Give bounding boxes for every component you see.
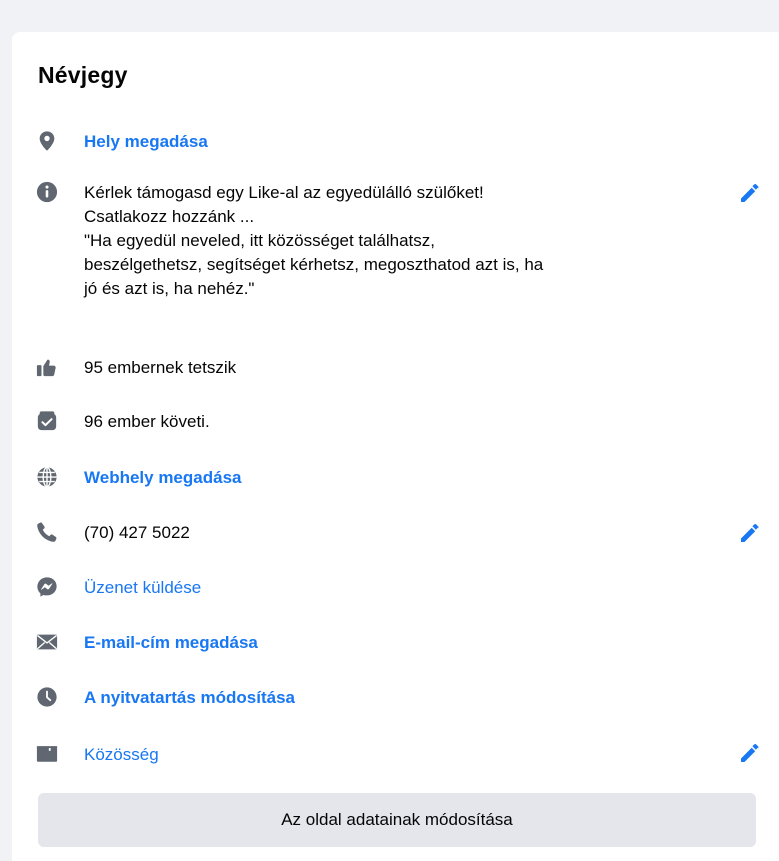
description-row: Kérlek támogasd egy Like-al az egyedülál…	[36, 181, 759, 301]
likes-row: 95 embernek tetszik	[36, 356, 759, 380]
message-row: Üzenet küldése	[36, 576, 759, 600]
add-website-link[interactable]: Webhely megadása	[84, 466, 759, 490]
edit-category-button[interactable]	[737, 740, 763, 766]
pencil-icon	[738, 181, 762, 205]
thumbs-up-icon	[36, 356, 58, 378]
description-line: Csatlakozz hozzánk ...	[84, 207, 255, 226]
phone-icon	[36, 521, 58, 543]
phone-number: (70) 427 5022	[84, 523, 190, 542]
hours-row: A nyitvatartás módosítása	[36, 686, 759, 710]
page-description: Kérlek támogasd egy Like-al az egyedülál…	[84, 181, 759, 301]
likes-count: 95 embernek tetszik	[84, 358, 237, 377]
edit-phone-button[interactable]	[737, 520, 763, 546]
description-line: jó és azt is, ha nehéz."	[84, 279, 255, 298]
info-icon	[36, 181, 58, 203]
email-row: E-mail-cím megadása	[36, 631, 759, 655]
add-email-link[interactable]: E-mail-cím megadása	[84, 631, 759, 655]
about-card: Névjegy Hely megadása Kérlek támogasd eg…	[12, 32, 779, 861]
edit-hours-link[interactable]: A nyitvatartás módosítása	[84, 686, 759, 710]
category-tag-icon	[36, 743, 58, 765]
send-message-link[interactable]: Üzenet küldése	[84, 576, 759, 600]
category-link[interactable]: Közösség	[84, 743, 759, 767]
description-line: "Ha egyedül neveled, itt közösséget talá…	[84, 231, 435, 250]
description-line: beszélgethetsz, segítséget kérhetsz, meg…	[84, 255, 544, 274]
card-title: Névjegy	[38, 62, 128, 88]
description-line: Kérlek támogasd egy Like-al az egyedülál…	[84, 183, 484, 202]
followers-count: 96 ember követi.	[84, 412, 210, 431]
phone-row: (70) 427 5022	[36, 521, 759, 545]
website-row: Webhely megadása	[36, 466, 759, 490]
add-location-link[interactable]: Hely megadása	[84, 130, 759, 154]
clock-icon	[36, 686, 58, 708]
location-row: Hely megadása	[36, 130, 759, 154]
globe-icon	[36, 466, 58, 488]
envelope-icon	[36, 631, 58, 653]
edit-description-button[interactable]	[737, 180, 763, 206]
map-pin-icon	[36, 130, 58, 152]
category-row: Közösség	[36, 743, 759, 767]
messenger-icon	[36, 576, 58, 598]
follow-check-icon	[36, 410, 58, 432]
pencil-icon	[738, 741, 762, 765]
edit-page-info-button[interactable]: Az oldal adatainak módosítása	[38, 793, 756, 847]
followers-row: 96 ember követi.	[36, 410, 759, 434]
pencil-icon	[738, 521, 762, 545]
